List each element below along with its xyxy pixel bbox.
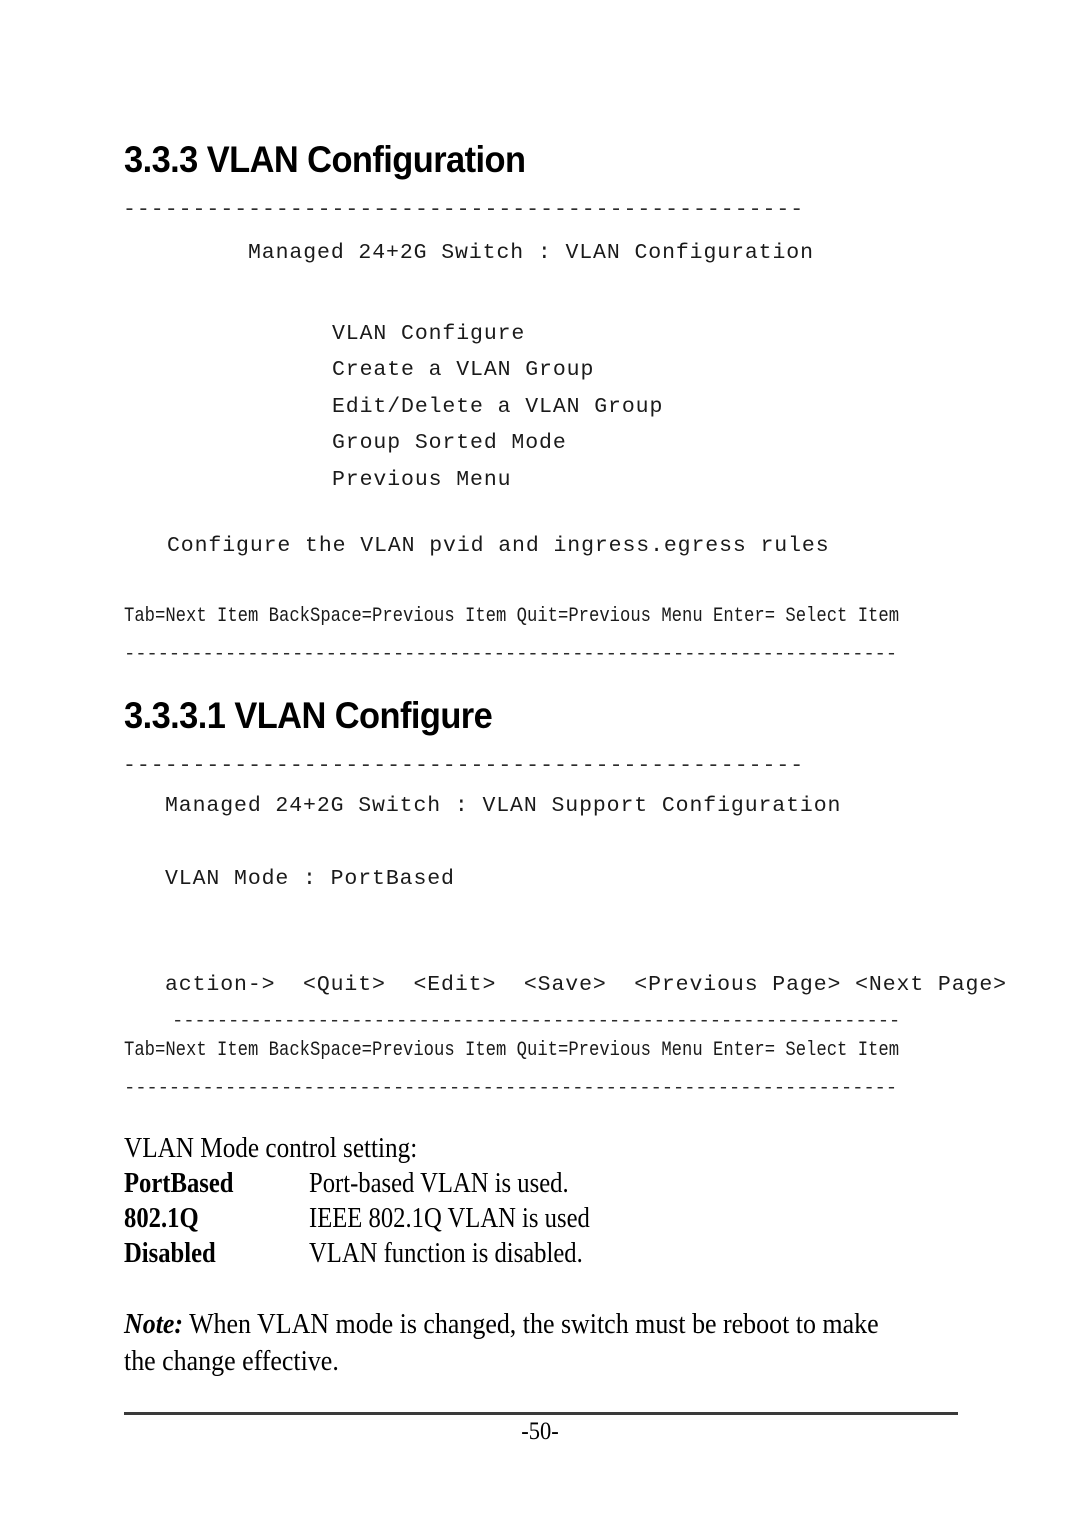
section1-terminal-title: Managed 24+2G Switch : VLAN Configuratio…	[248, 241, 814, 265]
menu-item-edit-delete-vlan-group[interactable]: Edit/Delete a VLAN Group	[332, 389, 663, 425]
section2-terminal-title: Managed 24+2G Switch : VLAN Support Conf…	[165, 794, 842, 818]
action-line[interactable]: action-> <Quit> <Edit> <Save> <Previous …	[165, 974, 1007, 997]
section2-rule-bottom: ----------------------------------------…	[124, 1079, 897, 1098]
section2-rule-mid: ----------------------------------------…	[172, 1012, 901, 1031]
note-line-1: Note: When VLAN mode is changed, the swi…	[124, 1306, 916, 1343]
note-label: Note:	[124, 1309, 184, 1340]
table-row: 802.1Q IEEE 802.1Q VLAN is used	[124, 1203, 628, 1238]
vlan-mode-control-setting-intro: VLAN Mode control setting:	[124, 1133, 418, 1164]
section-heading-3-3-3: 3.3.3 VLAN Configuration	[124, 139, 526, 180]
section1-menu-list: VLAN Configure Create a VLAN Group Edit/…	[332, 316, 663, 498]
menu-item-create-vlan-group[interactable]: Create a VLAN Group	[332, 352, 663, 388]
menu-item-previous-menu[interactable]: Previous Menu	[332, 462, 663, 498]
section1-rule-bottom: ----------------------------------------…	[124, 645, 897, 664]
menu-item-group-sorted-mode[interactable]: Group Sorted Mode	[332, 425, 663, 461]
vlan-mode-settings-table: PortBased Port-based VLAN is used. 802.1…	[124, 1168, 628, 1273]
section2-help-line: Tab=Next Item BackSpace=Previous Item Qu…	[124, 1039, 900, 1062]
mode-desc-portbased: Port-based VLAN is used.	[309, 1168, 569, 1199]
section1-rule-top: ----------------------------------------…	[123, 200, 805, 222]
section1-help-line: Tab=Next Item BackSpace=Previous Item Qu…	[124, 605, 900, 628]
mode-desc-8021q: IEEE 802.1Q VLAN is used	[309, 1203, 590, 1234]
section2-rule-top: ----------------------------------------…	[123, 756, 805, 778]
note-text-1: When VLAN mode is changed, the switch mu…	[183, 1309, 879, 1340]
note-line-2: the change effective.	[124, 1346, 339, 1377]
mode-term-portbased: PortBased	[124, 1168, 234, 1199]
page-number: -50-	[521, 1418, 559, 1445]
section1-description: Configure the VLAN pvid and ingress.egre…	[167, 534, 830, 558]
note-block: Note: When VLAN mode is changed, the swi…	[124, 1306, 994, 1380]
menu-item-vlan-configure[interactable]: VLAN Configure	[332, 316, 663, 352]
table-row: Disabled VLAN function is disabled.	[124, 1238, 628, 1273]
table-row: PortBased Port-based VLAN is used.	[124, 1168, 628, 1203]
section-heading-3-3-3-1: 3.3.3.1 VLAN Configure	[124, 695, 493, 736]
document-page: 3.3.3 VLAN Configuration ---------------…	[0, 0, 1080, 1537]
mode-desc-disabled: VLAN function is disabled.	[309, 1238, 583, 1269]
mode-term-disabled: Disabled	[124, 1238, 216, 1269]
mode-term-8021q: 802.1Q	[124, 1203, 199, 1234]
footer-divider	[124, 1412, 958, 1415]
vlan-mode-line[interactable]: VLAN Mode : PortBased	[165, 868, 455, 891]
